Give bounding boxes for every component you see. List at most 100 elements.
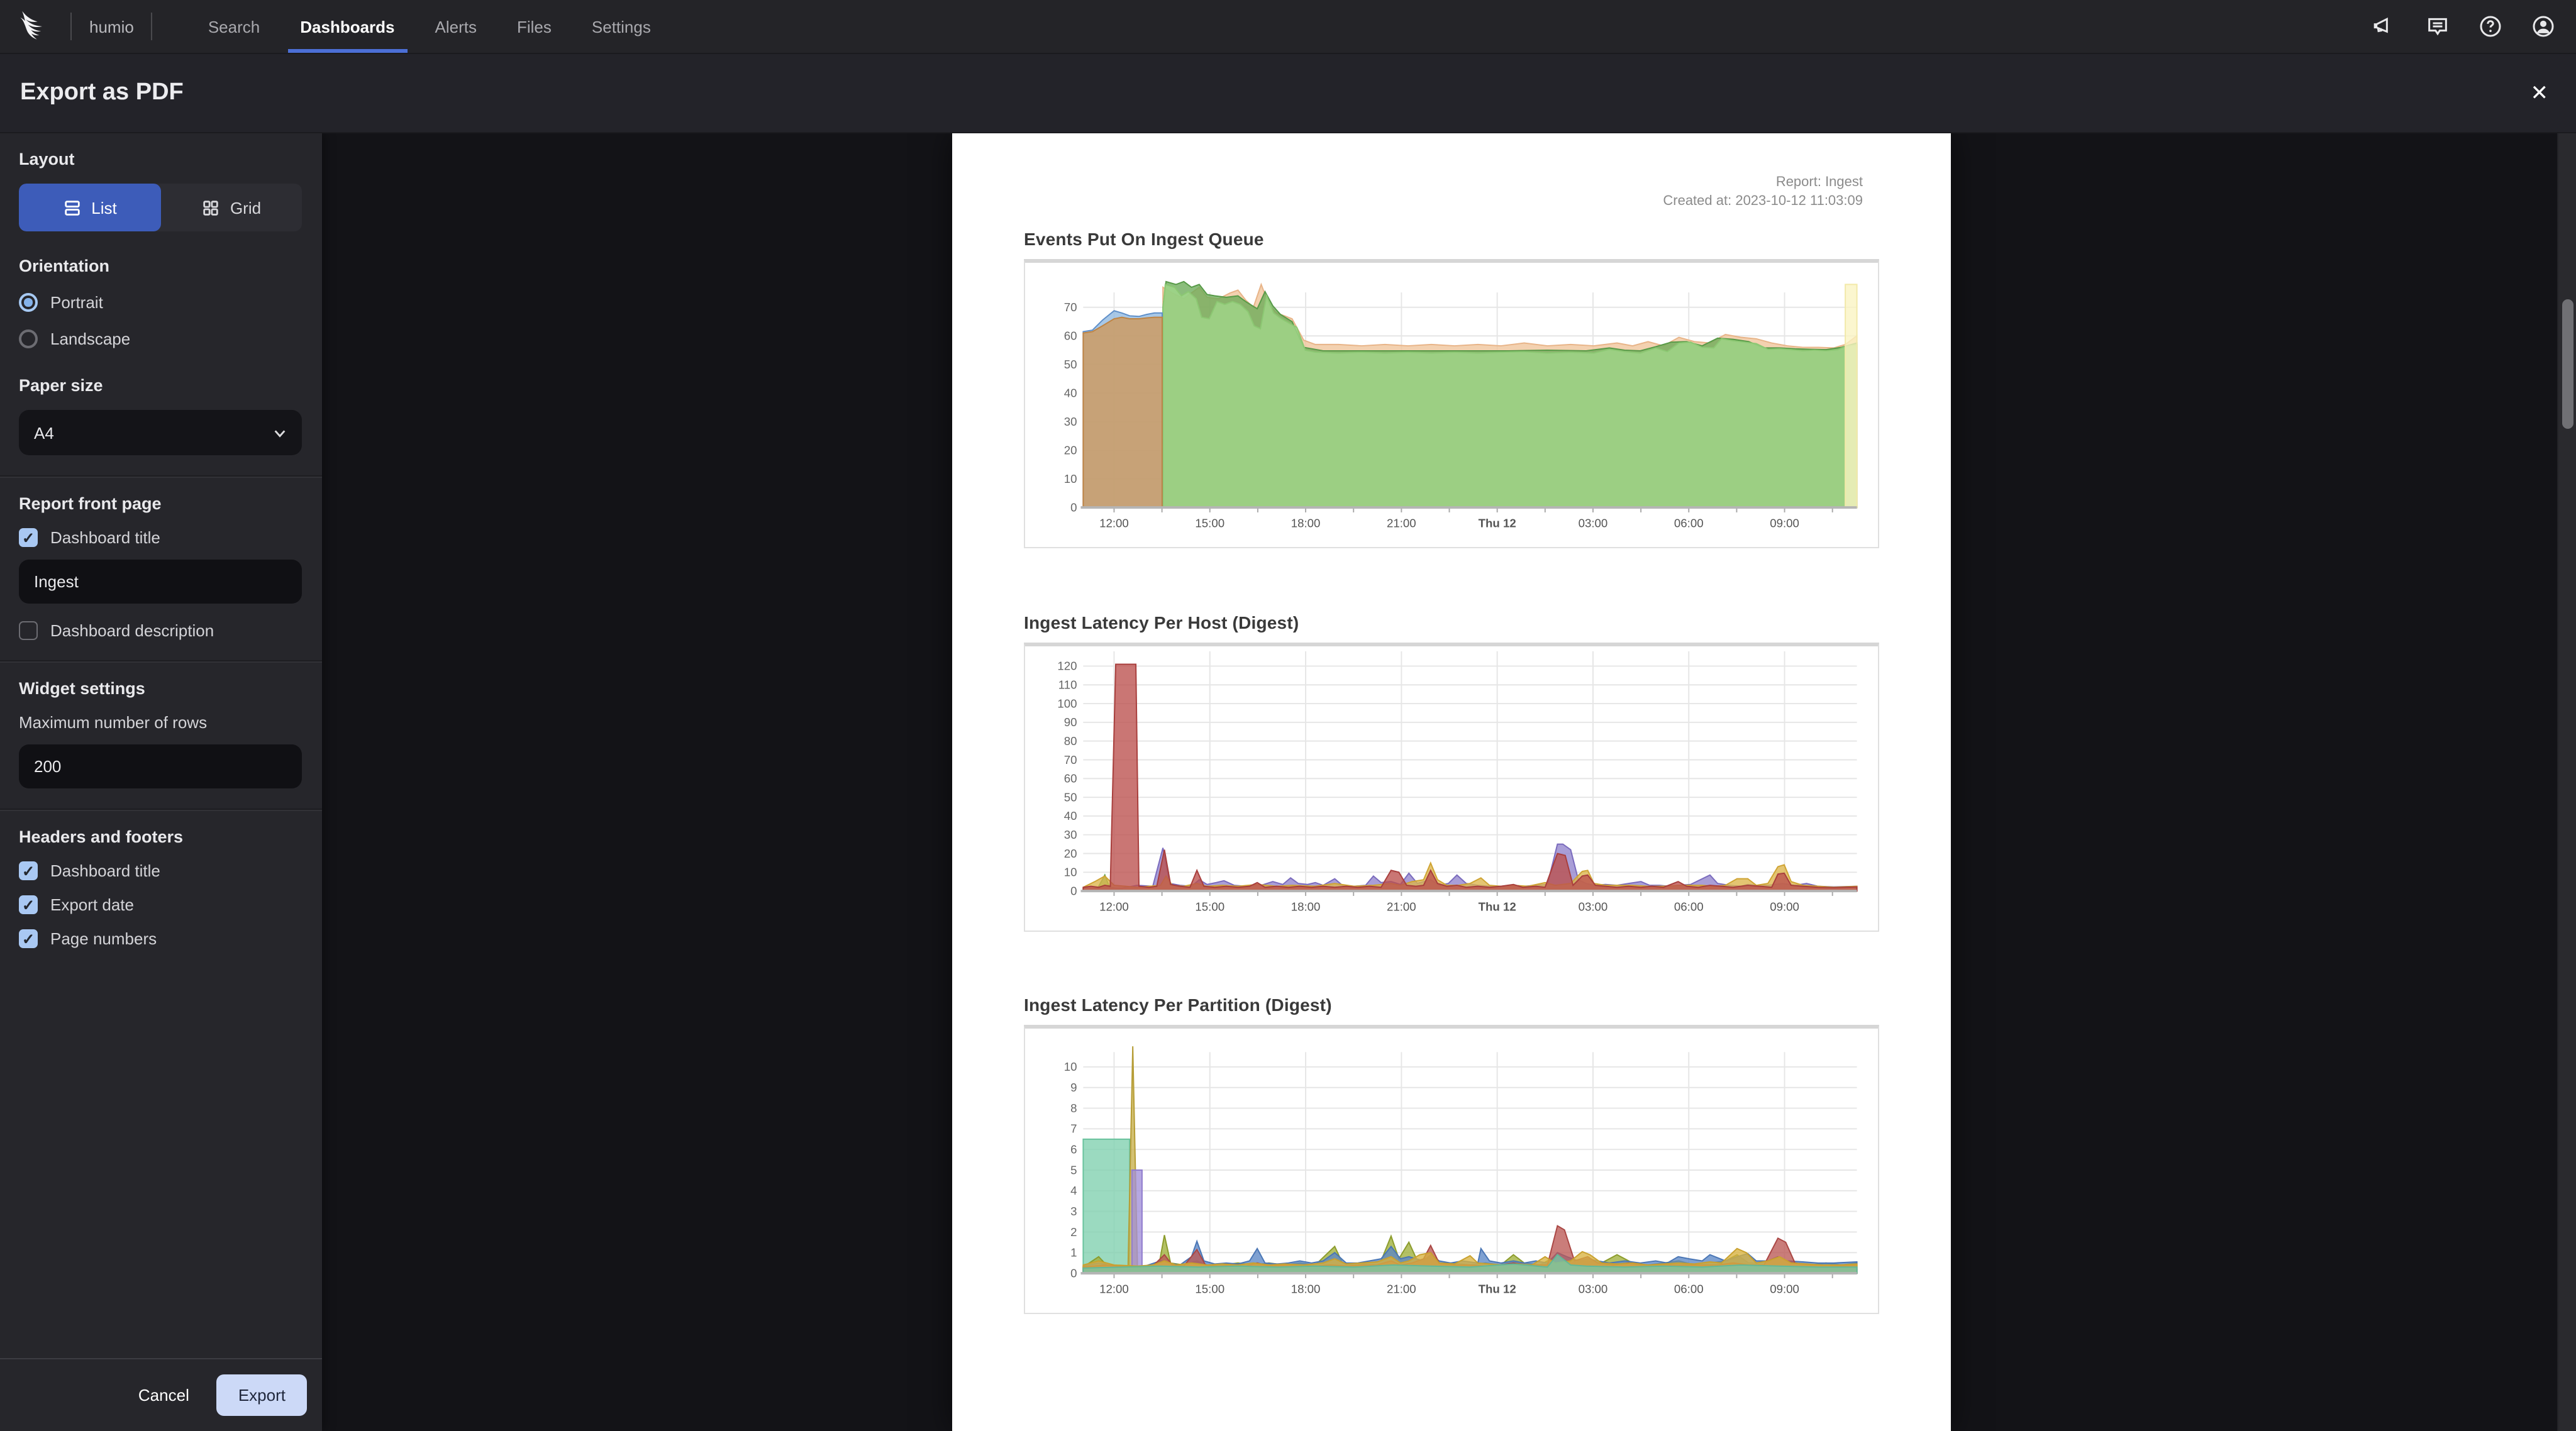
nav-item-search[interactable]: Search (188, 0, 280, 53)
svg-text:7: 7 (1070, 1122, 1077, 1135)
svg-text:20: 20 (1064, 443, 1077, 456)
widget-settings-section: Widget settings Maximum number of rows (0, 661, 322, 809)
top-nav: humio Search Dashboards Alerts Files Set… (0, 0, 2576, 54)
nav-item-files[interactable]: Files (497, 0, 572, 53)
nav-divider (70, 13, 72, 40)
svg-text:3: 3 (1070, 1205, 1077, 1218)
hf-dashboard-title-row[interactable]: Dashboard title (19, 861, 303, 880)
nav-item-settings[interactable]: Settings (572, 0, 671, 53)
svg-text:50: 50 (1064, 358, 1077, 371)
hf-export-date-row[interactable]: Export date (19, 895, 303, 914)
chart-svg: 0 10 20 30 40 50 60 70 12:00 15:00 18:00 21:00 Thu 1… (1024, 259, 1879, 548)
report-meta: Report: Ingest Created at: 2023-10-12 11… (1024, 174, 1863, 211)
svg-text:Thu 12: Thu 12 (1479, 1283, 1516, 1296)
close-icon[interactable]: ✕ (2523, 75, 2557, 111)
layout-option-grid[interactable]: Grid (160, 184, 302, 231)
chart-title: Ingest Latency Per Partition (Digest) (1024, 995, 1332, 1015)
layout-option-label: Grid (230, 198, 262, 217)
svg-text:40: 40 (1064, 809, 1077, 822)
checkbox-checked-icon (19, 929, 38, 948)
dashboard-title-label: Dashboard title (50, 528, 160, 547)
svg-text:12:00: 12:00 (1099, 1283, 1129, 1296)
scrollbar-thumb[interactable] (2562, 299, 2573, 429)
svg-text:21:00: 21:00 (1387, 517, 1416, 530)
svg-text:06:00: 06:00 (1674, 1283, 1704, 1296)
orientation-landscape[interactable]: Landscape (19, 329, 303, 348)
svg-text:10: 10 (1064, 472, 1077, 485)
svg-text:120: 120 (1057, 660, 1077, 673)
account-icon[interactable] (2531, 14, 2556, 39)
svg-text:09:00: 09:00 (1770, 900, 1799, 914)
export-button[interactable]: Export (216, 1374, 307, 1416)
dashboard-description-label: Dashboard description (50, 621, 214, 640)
hf-page-numbers-row[interactable]: Page numbers (19, 929, 303, 948)
chevron-down-icon (274, 429, 286, 437)
export-options-panel: Layout List Grid Orientation Portrait La… (0, 132, 322, 1431)
svg-text:Thu 12: Thu 12 (1479, 517, 1516, 530)
layout-option-label: List (91, 198, 117, 217)
svg-text:15:00: 15:00 (1195, 517, 1224, 530)
created-line: Created at: 2023-10-12 11:03:09 (1663, 194, 1863, 209)
nav-right-icons (2372, 14, 2576, 39)
help-icon[interactable] (2478, 14, 2503, 39)
max-rows-input[interactable] (19, 744, 302, 788)
svg-text:4: 4 (1070, 1184, 1077, 1197)
megaphone-icon[interactable] (2372, 14, 2397, 39)
svg-text:15:00: 15:00 (1195, 1283, 1224, 1296)
svg-text:12:00: 12:00 (1099, 517, 1129, 530)
svg-text:15:00: 15:00 (1195, 900, 1224, 914)
hf-export-date-label: Export date (50, 895, 134, 914)
svg-text:9: 9 (1070, 1081, 1077, 1094)
modal-title: Export as PDF (20, 79, 184, 106)
dashboard-title-input[interactable] (19, 560, 302, 604)
chart-block: Events Put On Ingest Queue 0 10 20 30 40 50 60 7… (1024, 229, 1879, 555)
grid-icon (203, 200, 218, 215)
nav-item-alerts[interactable]: Alerts (415, 0, 497, 53)
svg-text:90: 90 (1064, 716, 1077, 729)
export-options-scroll: Layout List Grid Orientation Portrait La… (0, 132, 322, 1358)
chart-title: Ingest Latency Per Host (Digest) (1024, 612, 1299, 633)
pdf-preview-area: Report: Ingest Created at: 2023-10-12 11… (322, 132, 2576, 1431)
svg-text:80: 80 (1064, 734, 1077, 748)
layout-section: Layout List Grid Orientation Portrait La… (0, 132, 322, 475)
orientation-portrait[interactable]: Portrait (19, 293, 303, 312)
hf-page-numbers-label: Page numbers (50, 929, 157, 948)
paper-size-heading: Paper size (19, 376, 103, 395)
svg-text:03:00: 03:00 (1579, 1283, 1608, 1296)
svg-text:12:00: 12:00 (1099, 900, 1129, 914)
svg-text:50: 50 (1064, 790, 1077, 804)
layout-heading: Layout (19, 150, 75, 169)
brand-name[interactable]: humio (89, 17, 134, 36)
nav-item-dashboards[interactable]: Dashboards (280, 0, 414, 53)
nav-divider (151, 13, 153, 40)
falcon-logo-icon[interactable] (15, 8, 53, 45)
svg-text:18:00: 18:00 (1291, 1283, 1321, 1296)
dashboard-description-checkbox-row[interactable]: Dashboard description (19, 621, 303, 640)
checkbox-checked-icon (19, 895, 38, 914)
svg-text:1: 1 (1070, 1246, 1077, 1259)
svg-text:60: 60 (1064, 772, 1077, 785)
dashboard-title-checkbox-row[interactable]: Dashboard title (19, 528, 303, 547)
panel-footer: Cancel Export (0, 1358, 322, 1431)
svg-text:20: 20 (1064, 847, 1077, 860)
svg-text:0: 0 (1070, 884, 1077, 897)
cancel-button[interactable]: Cancel (133, 1376, 194, 1415)
checkbox-checked-icon (19, 528, 38, 547)
report-line: Report: Ingest (1775, 175, 1863, 190)
radio-unselected-icon (19, 329, 38, 348)
vertical-scrollbar[interactable] (2557, 132, 2576, 1431)
svg-text:0: 0 (1070, 500, 1077, 514)
svg-text:30: 30 (1064, 415, 1077, 428)
paper-size-value: A4 (34, 423, 54, 442)
svg-text:2: 2 (1070, 1225, 1077, 1239)
svg-text:09:00: 09:00 (1770, 517, 1799, 530)
svg-text:18:00: 18:00 (1291, 517, 1321, 530)
nav-items: Search Dashboards Alerts Files Settings (188, 0, 671, 53)
orientation-heading: Orientation (19, 257, 110, 275)
layout-segmented-control: List Grid (19, 184, 302, 231)
paper-size-select[interactable]: A4 (19, 410, 302, 455)
feedback-icon[interactable] (2425, 14, 2450, 39)
pdf-preview-page: Report: Ingest Created at: 2023-10-12 11… (952, 132, 1951, 1431)
layout-option-list[interactable]: List (19, 184, 160, 231)
svg-text:10: 10 (1064, 1060, 1077, 1073)
